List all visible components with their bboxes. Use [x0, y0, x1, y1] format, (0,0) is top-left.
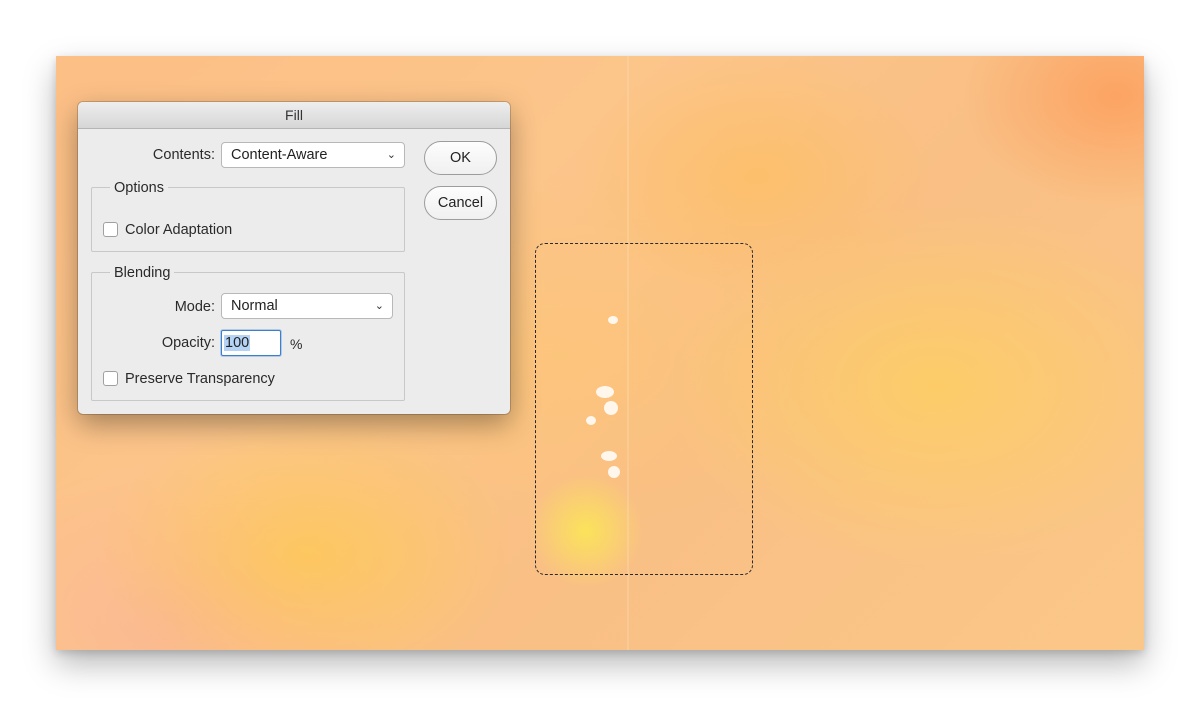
preserve-transparency-checkbox[interactable]: [103, 371, 118, 386]
opacity-label: Opacity:: [161, 335, 215, 351]
cancel-button[interactable]: Cancel: [424, 186, 497, 220]
contents-value: Content-Aware: [231, 147, 328, 163]
dialog-title: Fill: [78, 102, 510, 129]
opacity-value: 100: [224, 335, 251, 351]
contents-label: Contents:: [152, 147, 215, 163]
fill-dialog: Fill Contents: Content-Aware ⌄ OK Cancel…: [78, 102, 510, 414]
mode-label: Mode:: [174, 299, 215, 315]
mode-value: Normal: [231, 298, 278, 314]
blending-title: Blending: [110, 265, 175, 281]
mode-select[interactable]: Normal ⌄: [221, 293, 393, 319]
ok-button[interactable]: OK: [424, 141, 497, 175]
chevron-down-icon: ⌄: [386, 149, 396, 161]
options-title: Options: [110, 180, 168, 196]
opacity-input[interactable]: 100: [221, 330, 281, 356]
opacity-unit: %: [290, 336, 303, 352]
marquee-selection[interactable]: [535, 243, 753, 575]
preserve-transparency-label: Preserve Transparency: [125, 371, 275, 387]
color-adaptation-checkbox[interactable]: [103, 222, 118, 237]
options-group: [91, 187, 405, 252]
contents-select[interactable]: Content-Aware ⌄: [221, 142, 405, 168]
color-adaptation-label: Color Adaptation: [125, 222, 233, 238]
chevron-down-icon: ⌄: [374, 300, 384, 312]
